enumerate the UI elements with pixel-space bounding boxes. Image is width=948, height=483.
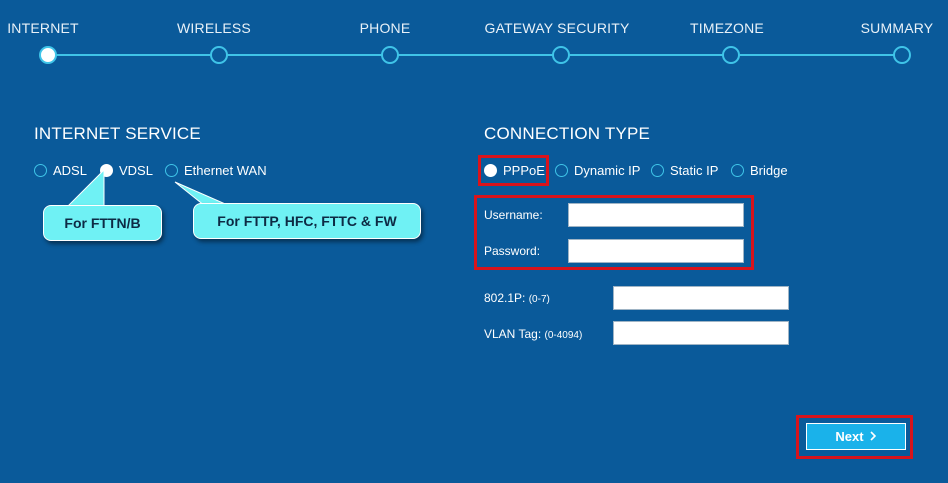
chevron-right-icon — [870, 429, 877, 444]
step-label-internet: INTERNET — [7, 20, 79, 36]
step-label-summary: SUMMARY — [860, 20, 934, 36]
internet-service-heading: INTERNET SERVICE — [34, 124, 201, 143]
vlan-input[interactable] — [613, 321, 789, 345]
setup-progress-stepper: INTERNET WIRELESS PHONE GATEWAY SECURITY… — [0, 0, 948, 70]
radio-dynamic-ip[interactable]: Dynamic IP — [555, 163, 640, 178]
callout-fttp-hfc-fttc-fw: For FTTP, HFC, FTTC & FW — [193, 203, 421, 239]
radio-bridge-label: Bridge — [750, 163, 788, 178]
radio-static-ip-label: Static IP — [670, 163, 719, 178]
next-button[interactable]: Next — [806, 423, 906, 450]
radio-dynamic-ip-label: Dynamic IP — [574, 163, 641, 178]
priority-label: 802.1P: — [484, 291, 526, 305]
radio-dynamic-ip-dot[interactable] — [555, 164, 568, 177]
radio-pppoe-label: PPPoE — [503, 163, 545, 178]
priority-label-group: 802.1P: (0-7) — [484, 291, 550, 305]
step-label-wireless: WIRELESS — [177, 20, 251, 36]
vlan-hint: (0-4094) — [544, 330, 583, 341]
step-dot-gateway-security[interactable] — [552, 46, 570, 64]
step-label-timezone: TIMEZONE — [690, 20, 764, 36]
priority-input[interactable] — [613, 286, 789, 310]
radio-bridge[interactable]: Bridge — [731, 163, 788, 178]
password-input[interactable] — [568, 239, 744, 263]
radio-pppoe-dot[interactable] — [484, 164, 497, 177]
priority-hint: (0-7) — [528, 294, 550, 305]
callout-fttn: For FTTN/B — [43, 205, 162, 241]
vlan-label: VLAN Tag: — [484, 327, 542, 341]
stepper-track — [48, 54, 902, 56]
username-input[interactable] — [568, 203, 744, 227]
username-label: Username: — [484, 208, 543, 222]
step-label-gateway-security: GATEWAY SECURITY — [484, 20, 630, 36]
step-dot-internet[interactable] — [39, 46, 57, 64]
step-dot-wireless[interactable] — [210, 46, 228, 64]
next-button-label: Next — [835, 429, 864, 444]
radio-static-ip[interactable]: Static IP — [651, 163, 718, 178]
connection-type-heading: CONNECTION TYPE — [484, 124, 651, 143]
radio-static-ip-dot[interactable] — [651, 164, 664, 177]
radio-bridge-dot[interactable] — [731, 164, 744, 177]
password-label: Password: — [484, 244, 541, 258]
step-dot-timezone[interactable] — [722, 46, 740, 64]
vlan-label-group: VLAN Tag: (0-4094) — [484, 327, 582, 341]
radio-pppoe[interactable]: PPPoE — [484, 163, 545, 178]
step-dot-summary[interactable] — [893, 46, 911, 64]
step-dot-phone[interactable] — [381, 46, 399, 64]
step-label-phone: PHONE — [359, 20, 411, 36]
radio-adsl-dot[interactable] — [34, 164, 47, 177]
